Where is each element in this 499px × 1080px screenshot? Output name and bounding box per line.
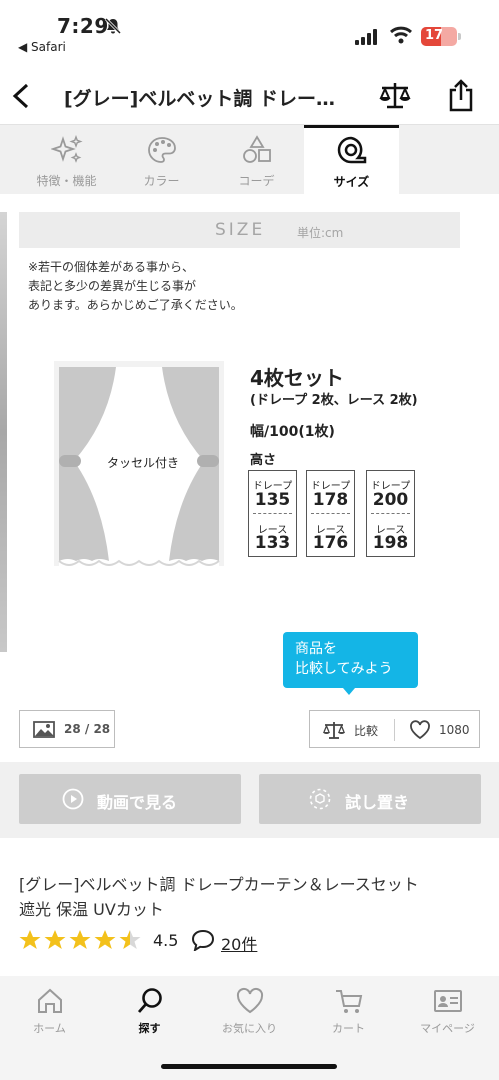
back-to-safari-link[interactable]: ◀ Safari	[18, 40, 66, 54]
star-icon	[44, 930, 66, 949]
rating-value: 4.5	[153, 931, 179, 950]
nav-search[interactable]: 探す	[100, 984, 199, 1040]
height-box: ドレープ 200 レース 198	[366, 470, 415, 557]
tab-coordinate[interactable]: コーデ	[209, 125, 304, 195]
compare-scale-icon[interactable]	[378, 80, 412, 112]
size-note: ※若干の個体差がある事から、 表記と多少の差異が生じる事が あります。あらかじめ…	[28, 260, 243, 312]
heart-icon	[236, 987, 264, 1014]
height-box: ドレープ 178 レース 176	[306, 470, 355, 557]
product-title: [グレー]ベルベット調 ドレープカーテン＆レースセット 遮光 保温 UVカット	[19, 875, 419, 919]
home-icon	[38, 988, 62, 1013]
page-title: [グレー]ベルベット調 ドレー…	[64, 88, 335, 110]
signal-icon	[355, 29, 377, 45]
comment-icon	[191, 929, 215, 951]
status-time: 7:29	[57, 14, 109, 38]
try-placement-button[interactable]: 試し置き	[259, 774, 481, 824]
half-star-icon	[119, 930, 141, 949]
size-heading: SIZE	[215, 220, 266, 240]
ar-cube-icon	[309, 788, 331, 810]
star-icon	[69, 930, 91, 949]
tape-measure-icon	[337, 136, 367, 164]
compare-scale-icon	[323, 722, 345, 739]
nav-favorites[interactable]: お気に入り	[200, 984, 299, 1040]
palette-icon	[148, 137, 176, 163]
watch-video-button[interactable]: 動画で見る	[19, 774, 241, 824]
feature-tabs: 特徴・機能 カラー コーデ サイズ	[0, 124, 499, 195]
star-icon	[19, 930, 41, 949]
review-count-link[interactable]: 20件	[221, 931, 257, 955]
tab-color[interactable]: カラー	[114, 125, 209, 195]
status-bar: 7:29 ◀ Safari 17	[0, 0, 499, 62]
id-card-icon	[434, 990, 462, 1012]
rating-stars	[19, 930, 141, 949]
prev-image-edge[interactable]	[0, 212, 7, 652]
compare-button[interactable]: 比較	[310, 711, 394, 747]
share-icon[interactable]	[446, 78, 476, 112]
heart-icon	[410, 720, 430, 740]
home-indicator	[161, 1064, 337, 1069]
image-icon	[33, 721, 55, 738]
tab-size[interactable]: サイズ	[304, 125, 399, 195]
compare-favorite-group: 比較 1080	[309, 710, 480, 748]
cart-icon	[336, 990, 363, 1013]
size-unit: 単位:cm	[297, 226, 344, 240]
favorite-count: 1080	[439, 723, 470, 737]
sparkle-icon	[51, 135, 83, 163]
action-bar: 動画で見る 試し置き	[0, 762, 499, 838]
star-icon	[94, 930, 116, 949]
height-box: ドレープ 135 レース 133	[248, 470, 297, 557]
shapes-icon	[243, 135, 271, 163]
set-subtitle: (ドレープ 2枚、レース 2枚)	[250, 393, 418, 408]
height-label: 高さ	[250, 453, 277, 468]
width-label: 幅/100(1枚)	[250, 424, 335, 440]
nav-cart[interactable]: カート	[299, 984, 398, 1040]
tab-features[interactable]: 特徴・機能	[19, 125, 114, 195]
image-count: 28 / 28	[64, 722, 111, 736]
bell-muted-icon	[104, 17, 122, 35]
nav-mypage[interactable]: マイページ	[398, 984, 497, 1040]
compare-tooltip[interactable]: 商品を 比較してみよう	[283, 632, 418, 688]
nav-home[interactable]: ホーム	[0, 984, 99, 1040]
wifi-icon	[390, 26, 412, 44]
size-heading-bar: SIZE 単位:cm	[19, 212, 460, 248]
set-title: 4枚セット	[250, 366, 344, 390]
back-chevron-icon[interactable]	[8, 80, 36, 112]
image-gallery-button[interactable]: 28 / 28	[19, 710, 115, 748]
search-icon	[137, 988, 162, 1013]
play-icon	[62, 788, 84, 810]
battery-indicator: 17	[421, 27, 457, 46]
favorite-button[interactable]: 1080	[395, 711, 480, 747]
tassel-label: タッセル付き	[107, 456, 180, 470]
